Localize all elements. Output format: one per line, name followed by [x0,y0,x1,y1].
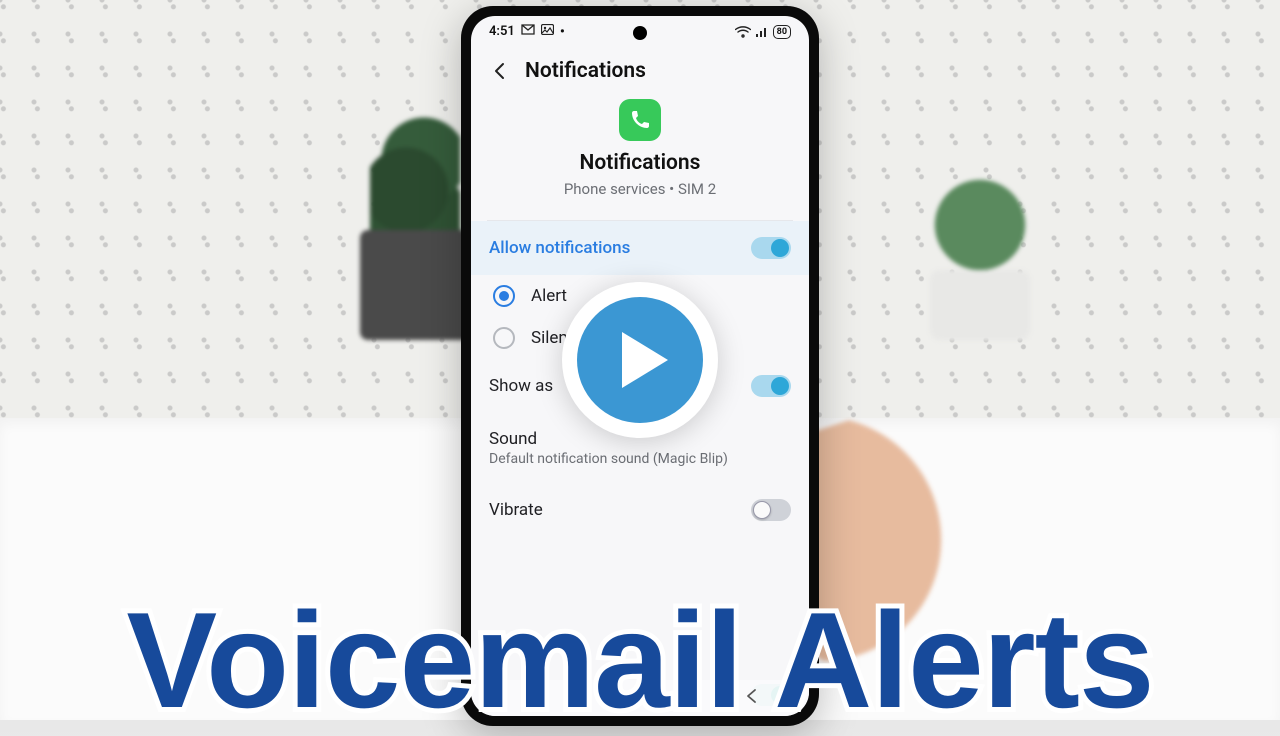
gmail-icon [521,24,535,39]
allow-notifications-row[interactable]: Allow notifications [471,221,809,275]
allow-notifications-toggle[interactable] [751,237,791,259]
sound-value: Default notification sound (Magic Blip) [489,451,728,467]
play-icon [577,297,703,423]
plant-right [910,160,1050,340]
gallery-icon [541,24,554,39]
show-as-label: Show as [489,376,553,396]
battery-indicator: 80 [773,25,791,39]
app-subtitle: Phone services • SIM 2 [471,180,809,198]
alert-radio-label: Alert [531,286,567,306]
alert-radio[interactable] [493,285,515,307]
signal-icon [755,26,769,38]
back-button[interactable] [489,60,511,82]
more-icon: • [560,25,565,39]
silent-radio[interactable] [493,327,515,349]
vibrate-row[interactable]: Vibrate [471,483,809,537]
vibrate-label: Vibrate [489,500,543,520]
app-info-block: Notifications Phone services • SIM 2 [471,95,809,212]
phone-app-icon [619,99,661,141]
vibrate-toggle[interactable] [751,499,791,521]
show-as-toggle[interactable] [751,375,791,397]
camera-punch-hole [633,26,647,40]
allow-notifications-label: Allow notifications [489,238,630,258]
app-title: Notifications [471,151,809,175]
page-title: Notifications [525,59,646,83]
page-header: Notifications [471,45,809,95]
wifi-icon [735,26,751,38]
status-time: 4:51 [489,24,515,39]
sound-label: Sound [489,429,728,449]
thumbnail-caption: Voicemail Alerts [0,592,1280,728]
video-play-button[interactable] [562,282,718,438]
